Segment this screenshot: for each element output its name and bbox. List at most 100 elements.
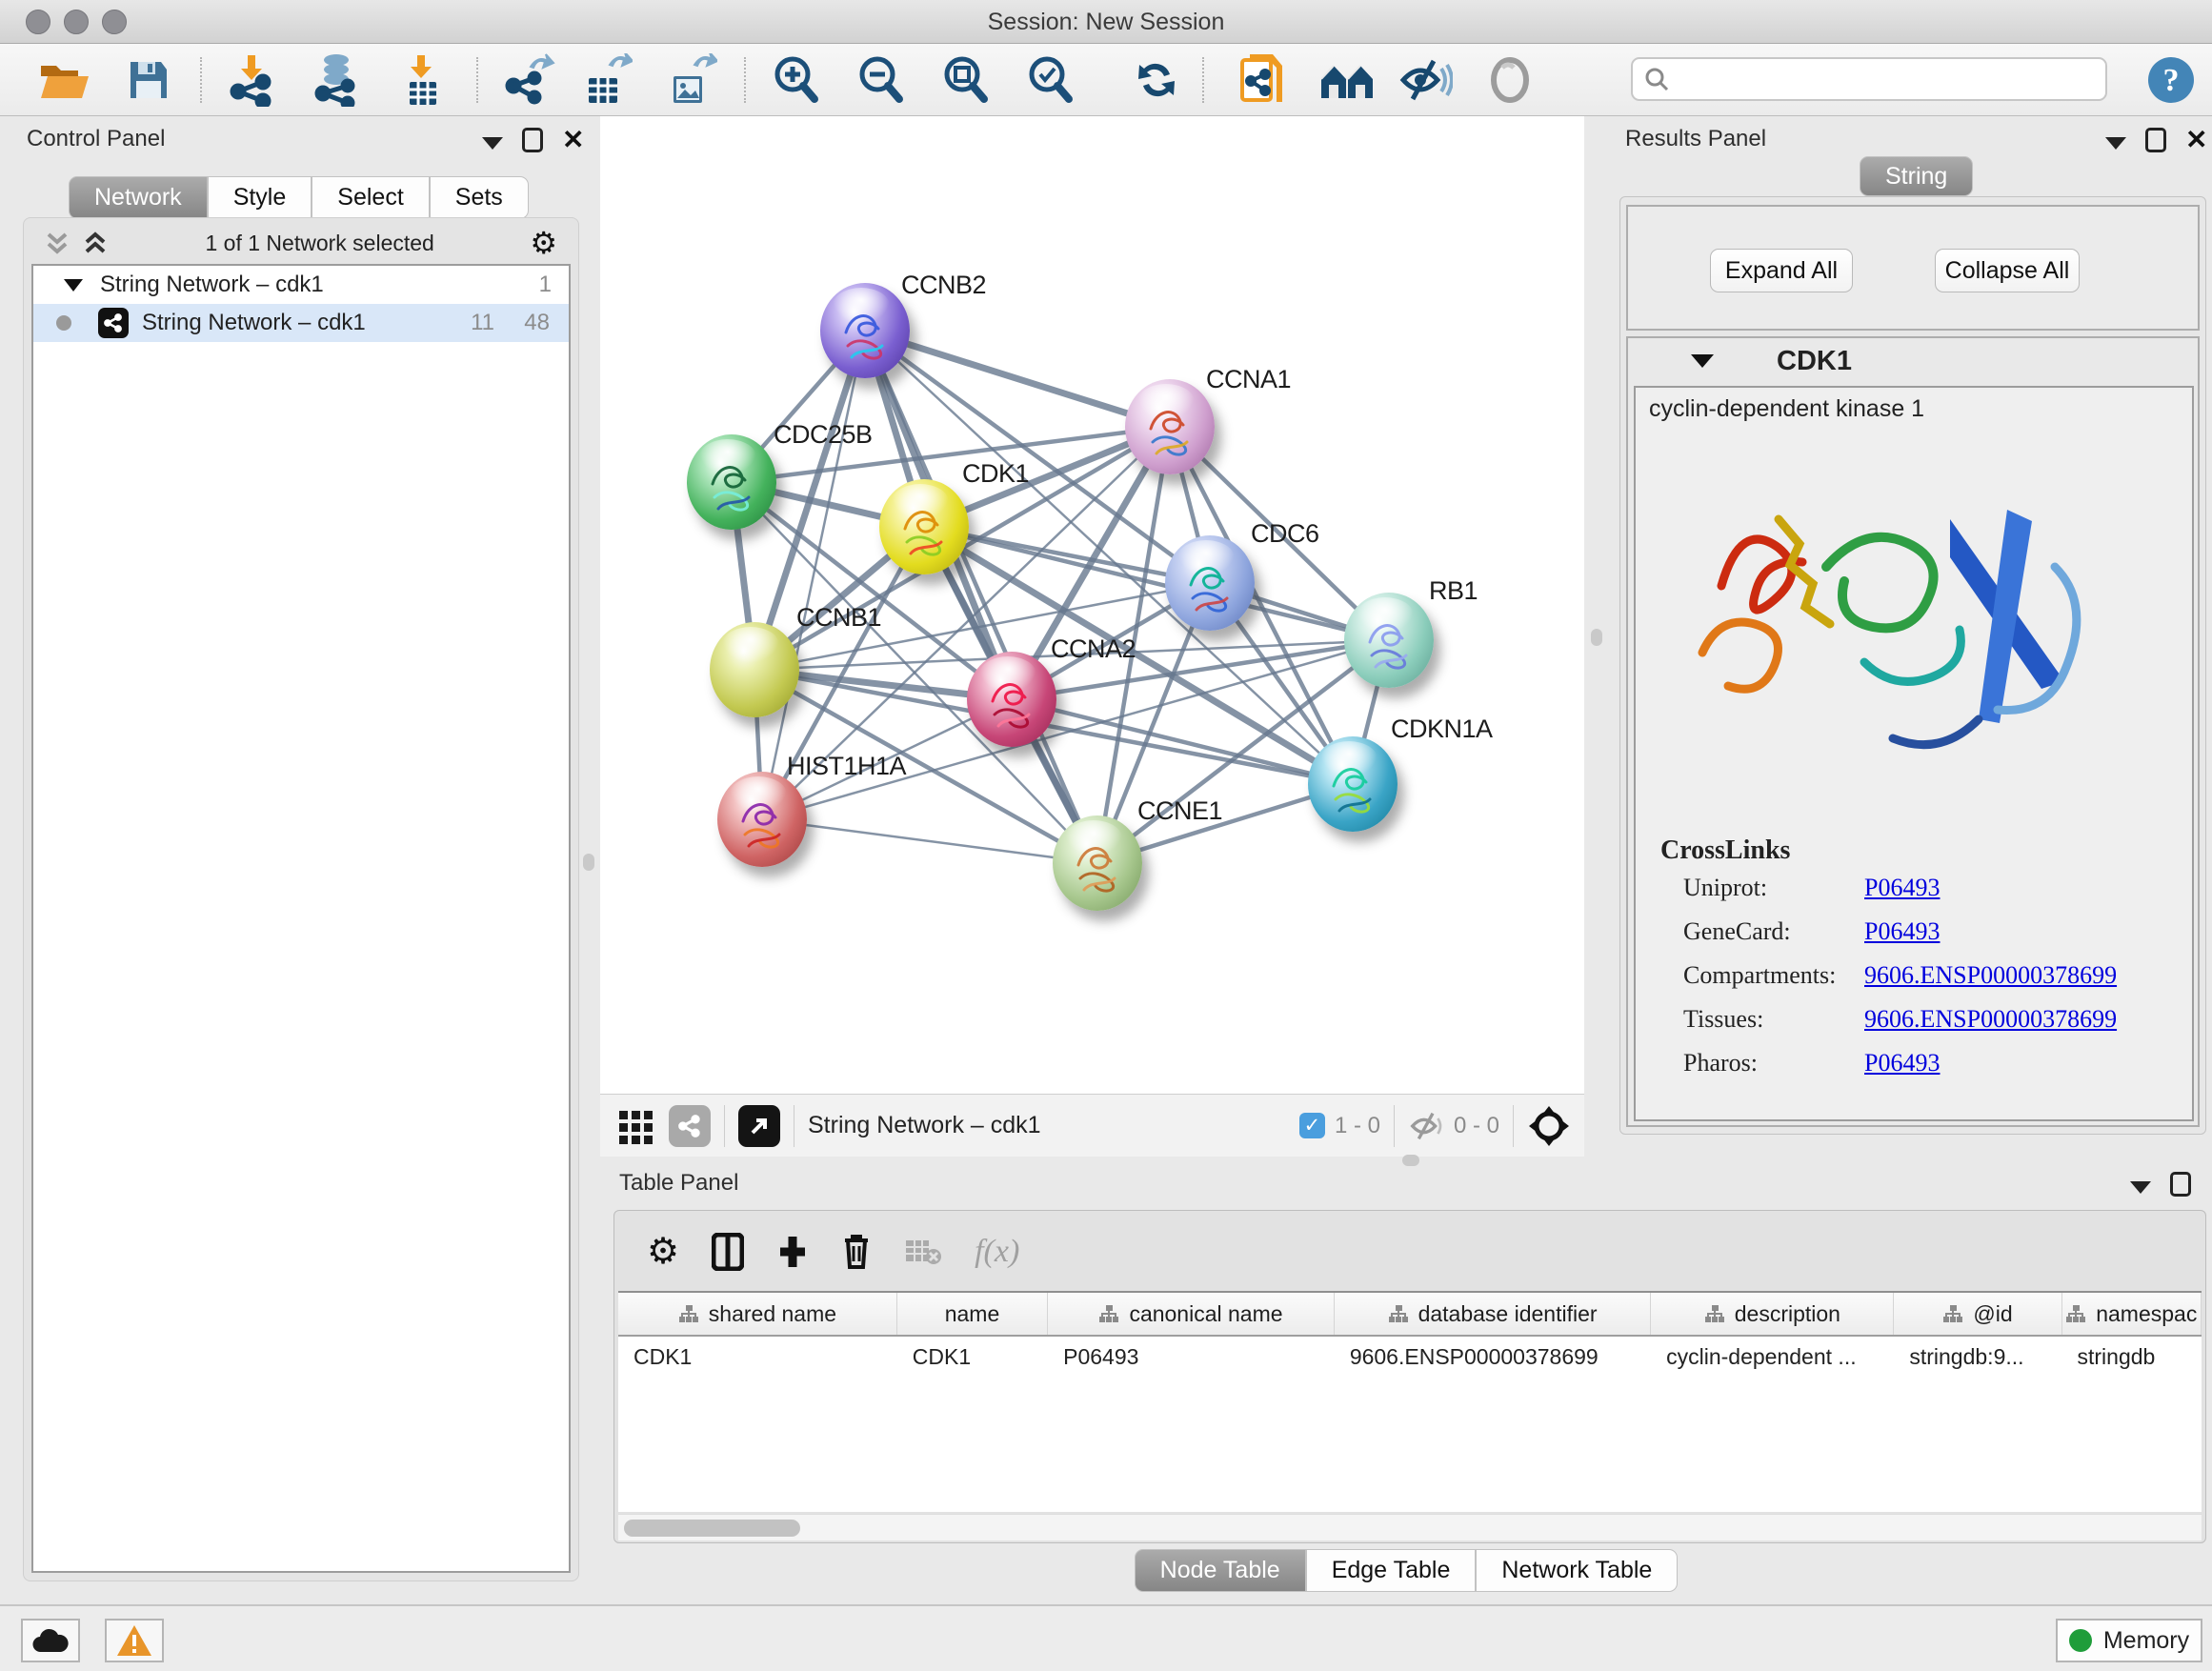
delete-column-icon[interactable] [841, 1233, 872, 1271]
cloud-button[interactable] [21, 1619, 80, 1662]
column-header--id[interactable]: @id [1894, 1293, 2061, 1335]
network-list: String Network – cdk1 1 String Network –… [31, 264, 571, 1573]
import-table-from-file-icon[interactable] [386, 53, 460, 107]
zoom-fit-icon[interactable] [929, 53, 1003, 107]
zoom-in-icon[interactable] [759, 53, 834, 107]
tab-string[interactable]: String [1860, 156, 1973, 196]
export-network-icon[interactable] [492, 53, 566, 107]
help-icon[interactable]: ? [2134, 53, 2208, 107]
control-tabs: NetworkStyleSelectSets [69, 176, 529, 219]
crosslink-label: Uniprot: [1683, 874, 1767, 902]
column-header-canonical-name[interactable]: canonical name [1048, 1293, 1335, 1335]
save-session-icon[interactable] [111, 53, 186, 107]
first-neighbors-icon[interactable] [1310, 53, 1384, 107]
zoom-selected-icon[interactable] [1014, 53, 1088, 107]
collapse-all-button[interactable]: Collapse All [1935, 249, 2080, 292]
scrollbar-thumb[interactable] [624, 1520, 800, 1537]
collapse-protein-icon[interactable] [1691, 354, 1714, 368]
network-node-cdkn1a[interactable] [1308, 736, 1398, 832]
show-all-icon[interactable] [1473, 53, 1547, 107]
network-node-ccnb2[interactable] [820, 283, 910, 378]
table-cell: cyclin-dependent ... [1651, 1344, 1894, 1370]
selected-checkbox-icon[interactable]: ✓ [1299, 1113, 1325, 1138]
network-canvas[interactable]: CCNB2CCNA1CDC25BCDK1CDC6RB1CCNB1CCNA2CDK… [600, 116, 1584, 1094]
search-icon [1644, 67, 1669, 91]
tab-edge-table[interactable]: Edge Table [1306, 1549, 1477, 1592]
vertical-splitter-handle[interactable] [1591, 629, 1602, 646]
table-horizontal-scrollbar[interactable] [618, 1514, 2202, 1540]
show-columns-icon[interactable] [712, 1233, 744, 1271]
import-network-from-database-icon[interactable] [301, 53, 375, 107]
collapse-all-icon[interactable] [43, 229, 71, 257]
tab-select[interactable]: Select [312, 176, 429, 219]
memory-label: Memory [2103, 1627, 2189, 1655]
detach-view-icon[interactable] [738, 1105, 780, 1147]
network-node-ccne1[interactable] [1053, 815, 1142, 911]
protein-header[interactable]: CDK1 [1628, 338, 2198, 384]
tab-style[interactable]: Style [208, 176, 312, 219]
network-node-rb1[interactable] [1344, 593, 1434, 688]
crosslink-label: Pharos: [1683, 1049, 1758, 1077]
network-overview-icon[interactable] [669, 1105, 711, 1147]
network-node-count: 11 [471, 310, 494, 336]
export-image-icon[interactable] [654, 53, 728, 107]
network-node-ccna1[interactable] [1125, 379, 1215, 474]
vertical-splitter-handle[interactable] [583, 854, 594, 871]
crosslink-link[interactable]: P06493 [1864, 874, 1940, 902]
protein-structure-image [1664, 433, 2160, 815]
column-header-database-identifier[interactable]: database identifier [1335, 1293, 1651, 1335]
crosslink-link[interactable]: P06493 [1864, 1049, 1940, 1077]
new-network-from-selection-icon[interactable] [1225, 53, 1299, 107]
refresh-view-icon[interactable] [1119, 53, 1194, 107]
network-collection-row[interactable]: String Network – cdk1 1 [33, 266, 569, 304]
hidden-items-icon [1408, 1111, 1446, 1141]
network-node-cdk1[interactable] [879, 479, 969, 574]
float-panel-icon[interactable] [2170, 1172, 2191, 1197]
search-input[interactable] [1677, 66, 2086, 92]
warning-icon [115, 1623, 153, 1658]
network-row[interactable]: String Network – cdk1 11 48 [33, 304, 569, 342]
hide-selected-icon[interactable] [1388, 53, 1462, 107]
crosslink-link[interactable]: 9606.ENSP00000378699 [1864, 961, 2117, 990]
close-panel-icon[interactable]: ✕ [562, 128, 584, 152]
tab-network-table[interactable]: Network Table [1476, 1549, 1678, 1592]
birdseye-navigator-icon[interactable] [1527, 1104, 1571, 1148]
float-panel-icon[interactable] [2145, 128, 2166, 152]
column-header-description[interactable]: description [1651, 1293, 1894, 1335]
tab-node-table[interactable]: Node Table [1135, 1549, 1306, 1592]
grid-view-icon[interactable] [617, 1107, 655, 1145]
crosslink-link[interactable]: 9606.ENSP00000378699 [1864, 1005, 2117, 1034]
panel-menu-icon[interactable] [482, 137, 503, 150]
tab-network[interactable]: Network [69, 176, 208, 219]
export-table-icon[interactable] [569, 53, 643, 107]
column-header-namespac[interactable]: namespac [2062, 1293, 2202, 1335]
memory-button[interactable]: Memory [2056, 1619, 2202, 1662]
network-node-ccnb1[interactable] [710, 622, 799, 717]
table-row[interactable]: CDK1CDK1P064939606.ENSP00000378699cyclin… [618, 1337, 2202, 1377]
network-node-cdc25b[interactable] [687, 434, 776, 530]
network-node-cdc6[interactable] [1165, 535, 1255, 631]
panel-menu-icon[interactable] [2105, 137, 2126, 150]
warnings-button[interactable] [105, 1619, 164, 1662]
crosslink-link[interactable]: P06493 [1864, 917, 1940, 946]
network-options-gear-icon[interactable]: ⚙ [530, 228, 557, 258]
column-header-shared-name[interactable]: shared name [618, 1293, 897, 1335]
zoom-out-icon[interactable] [844, 53, 918, 107]
panel-menu-icon[interactable] [2130, 1181, 2151, 1194]
table-options-gear-icon[interactable]: ⚙ [647, 1237, 679, 1267]
tab-sets[interactable]: Sets [430, 176, 529, 219]
collection-expander-icon[interactable] [64, 279, 83, 292]
expand-all-icon[interactable] [81, 229, 110, 257]
network-node-hist1h1a[interactable] [717, 772, 807, 867]
protein-structure-thumbnail [1067, 833, 1128, 899]
network-node-ccna2[interactable] [967, 652, 1056, 747]
float-panel-icon[interactable] [522, 128, 543, 152]
node-label-ccnb1: CCNB1 [796, 603, 881, 633]
add-column-icon[interactable] [776, 1233, 809, 1271]
close-panel-icon[interactable]: ✕ [2185, 128, 2207, 152]
column-header-name[interactable]: name [897, 1293, 1048, 1335]
import-network-from-file-icon[interactable] [216, 53, 291, 107]
open-session-icon[interactable] [28, 53, 102, 107]
expand-all-button[interactable]: Expand All [1710, 249, 1853, 292]
node-table[interactable]: shared namenamecanonical namedatabase id… [618, 1291, 2202, 1512]
